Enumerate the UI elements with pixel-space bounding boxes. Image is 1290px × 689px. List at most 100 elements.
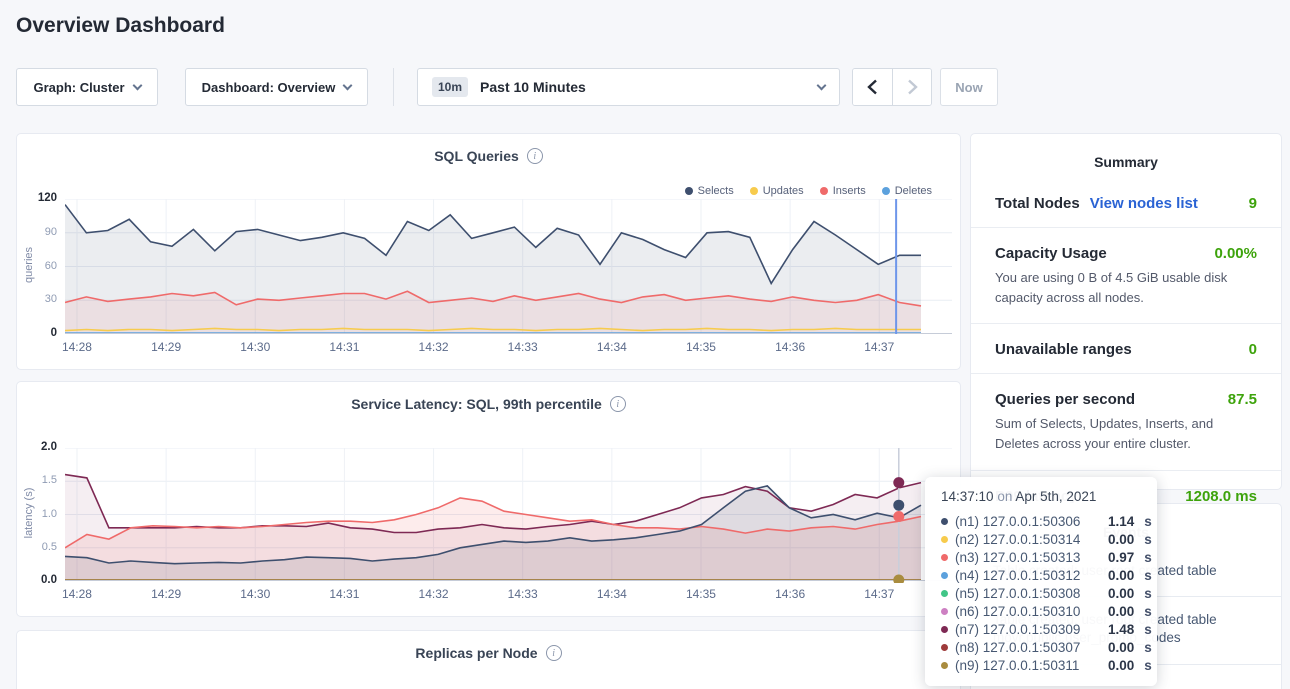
x-axis-tick: 14:36: [760, 587, 820, 601]
node-latency-value: 0.97: [1108, 550, 1134, 565]
tooltip-node-row: (n3) 127.0.0.1:503130.97s: [941, 548, 1143, 566]
total-nodes-value: 9: [1249, 195, 1257, 212]
qps-label: Queries per second: [995, 391, 1135, 408]
summary-row-qps: Queries per second 87.5 Sum of Selects, …: [971, 374, 1281, 470]
chevron-right-icon: [907, 79, 918, 95]
sql-queries-legend: Selects Updates Inserts Deletes: [685, 185, 932, 197]
time-range-label: Past 10 Minutes: [480, 79, 586, 95]
x-axis-tick: 14:35: [671, 340, 731, 354]
node-latency-unit: s: [1144, 640, 1152, 655]
x-axis-tick: 14:30: [225, 340, 285, 354]
summary-panel-title: Summary: [971, 134, 1281, 170]
x-axis-tick: 14:37: [849, 340, 909, 354]
view-nodes-list-link[interactable]: View nodes list: [1090, 195, 1198, 212]
tooltip-node-row: (n6) 127.0.0.1:503100.00s: [941, 602, 1143, 620]
legend-label: Inserts: [833, 185, 866, 197]
node-address: (n3) 127.0.0.1:50313: [955, 550, 1101, 565]
node-color-dot: [941, 572, 948, 579]
node-latency-unit: s: [1144, 586, 1152, 601]
node-latency-value: 1.48: [1108, 622, 1134, 637]
node-latency-value: 0.00: [1108, 532, 1134, 547]
x-axis-tick: 14:37: [849, 587, 909, 601]
node-color-dot: [941, 662, 948, 669]
controls-divider: [393, 68, 394, 106]
node-latency-unit: s: [1144, 532, 1152, 547]
highlighted-data-point: [893, 500, 904, 511]
sql-queries-chart-title: SQL Queries: [434, 148, 519, 164]
x-axis-tick: 14:29: [136, 340, 196, 354]
node-latency-unit: s: [1144, 658, 1152, 673]
node-latency-unit: s: [1144, 568, 1152, 583]
x-axis-tick: 14:31: [314, 340, 374, 354]
x-axis-tick: 14:30: [225, 587, 285, 601]
y-axis-tick: 0: [17, 327, 57, 339]
x-axis-tick: 14:31: [314, 587, 374, 601]
tooltip-timestamp: 14:37:10 on Apr 5th, 2021: [941, 489, 1143, 504]
chevron-down-icon: [817, 80, 827, 90]
lat-card-plot-area[interactable]: [65, 448, 952, 583]
legend-dot: [750, 187, 758, 195]
unavailable-ranges-label: Unavailable ranges: [995, 341, 1132, 358]
highlighted-data-point: [893, 477, 904, 488]
legend-label: Updates: [763, 185, 804, 197]
x-axis-tick: 14:32: [404, 587, 464, 601]
node-address: (n9) 127.0.0.1:50311: [955, 658, 1101, 673]
node-address: (n7) 127.0.0.1:50309: [955, 622, 1101, 637]
legend-item-selects: Selects: [685, 185, 734, 197]
node-color-dot: [941, 608, 948, 615]
legend-label: Deletes: [895, 185, 932, 197]
time-range-picker[interactable]: 10m Past 10 Minutes: [417, 68, 840, 106]
y-axis-tick: 30: [17, 293, 57, 305]
x-axis-tick: 14:29: [136, 587, 196, 601]
x-axis-tick: 14:32: [404, 340, 464, 354]
x-axis-tick: 14:34: [582, 587, 642, 601]
legend-item-deletes: Deletes: [882, 185, 932, 197]
tooltip-node-row: (n2) 127.0.0.1:503140.00s: [941, 530, 1143, 548]
summary-panel: Summary Total Nodes View nodes list 9 Ca…: [970, 133, 1282, 490]
node-latency-unit: s: [1144, 550, 1152, 565]
node-latency-value: 0.00: [1108, 568, 1134, 583]
now-button[interactable]: Now: [940, 68, 998, 106]
node-color-dot: [941, 644, 948, 651]
node-latency-value: 0.00: [1108, 658, 1134, 673]
y-axis-tick: 90: [17, 226, 57, 238]
chevron-down-icon: [343, 80, 353, 90]
node-color-dot: [941, 518, 948, 525]
capacity-usage-value: 0.00%: [1214, 245, 1257, 262]
y-axis-tick: 120: [17, 192, 57, 204]
service-latency-chart-title: Service Latency: SQL, 99th percentile: [351, 396, 602, 412]
y-axis-tick: 0.0: [17, 574, 57, 586]
graph-dropdown[interactable]: Graph: Cluster: [16, 68, 158, 106]
qps-value: 87.5: [1228, 391, 1257, 408]
replicas-per-node-chart-title: Replicas per Node: [415, 645, 537, 661]
info-icon[interactable]: i: [527, 148, 543, 164]
legend-dot: [820, 187, 828, 195]
time-forward-button[interactable]: [892, 69, 931, 105]
x-axis-tick: 14:34: [582, 340, 642, 354]
info-icon[interactable]: i: [610, 396, 626, 412]
replicas-per-node-chart-card: Replicas per Node i: [16, 630, 961, 689]
node-address: (n1) 127.0.0.1:50306: [955, 514, 1101, 529]
node-color-dot: [941, 626, 948, 633]
legend-label: Selects: [698, 185, 734, 197]
node-latency-unit: s: [1144, 604, 1152, 619]
sql-card-plot-area[interactable]: [65, 199, 952, 336]
capacity-usage-description: You are using 0 B of 4.5 GiB usable disk…: [995, 268, 1255, 308]
legend-dot: [685, 187, 693, 195]
node-color-dot: [941, 554, 948, 561]
dashboard-dropdown[interactable]: Dashboard: Overview: [185, 68, 368, 106]
qps-description: Sum of Selects, Updates, Inserts, and De…: [995, 414, 1255, 454]
node-latency-value: 1.14: [1108, 514, 1134, 529]
y-axis-tick: 1.5: [17, 474, 57, 486]
time-back-button[interactable]: [853, 69, 892, 105]
tooltip-node-row: (n9) 127.0.0.1:503110.00s: [941, 656, 1143, 674]
graph-dropdown-label: Graph: Cluster: [33, 80, 124, 95]
summary-row-total-nodes: Total Nodes View nodes list 9: [971, 178, 1281, 228]
info-icon[interactable]: i: [546, 645, 562, 661]
x-axis-tick: 14:28: [47, 340, 107, 354]
dashboard-dropdown-label: Dashboard: Overview: [202, 80, 336, 95]
node-address: (n5) 127.0.0.1:50308: [955, 586, 1101, 601]
node-address: (n2) 127.0.0.1:50314: [955, 532, 1101, 547]
x-axis-tick: 14:33: [493, 587, 553, 601]
tooltip-node-row: (n8) 127.0.0.1:503070.00s: [941, 638, 1143, 656]
